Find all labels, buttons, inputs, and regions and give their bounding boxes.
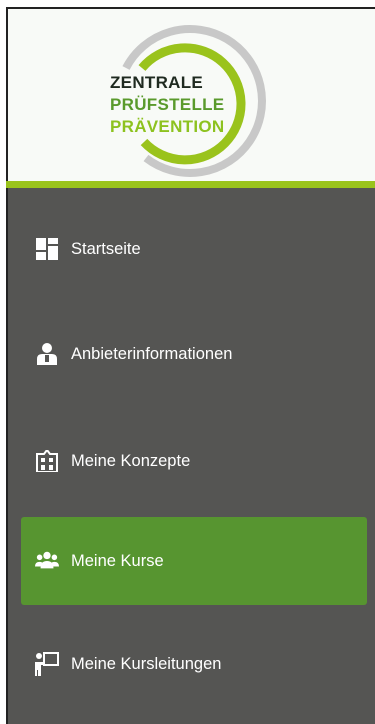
app-frame: ZENTRALE PRÜFSTELLE PRÄVENTION Startseit… bbox=[0, 0, 375, 724]
logo-line-2: PRÜFSTELLE bbox=[110, 95, 225, 114]
dashboard-icon bbox=[35, 237, 59, 261]
sidebar-item-label: Meine Kursleitungen bbox=[71, 654, 222, 673]
sidebar-item-meine-kurse[interactable]: Meine Kurse bbox=[21, 517, 367, 605]
provider-person-icon bbox=[35, 342, 59, 366]
sidebar-item-label: Startseite bbox=[71, 239, 141, 258]
sidebar-item-meine-kursleitungen[interactable]: Meine Kursleitungen bbox=[21, 620, 367, 708]
presenter-icon bbox=[35, 652, 59, 676]
sidebar-item-label: Meine Konzepte bbox=[71, 451, 191, 470]
logo[interactable]: ZENTRALE PRÜFSTELLE PRÄVENTION bbox=[86, 20, 286, 180]
header-divider bbox=[6, 181, 375, 188]
sidebar-item-anbieterinformationen[interactable]: Anbieterinformationen bbox=[21, 310, 367, 398]
sidebar-item-label: Anbieterinformationen bbox=[71, 344, 233, 363]
logo-line-1: ZENTRALE bbox=[110, 73, 204, 92]
header: ZENTRALE PRÜFSTELLE PRÄVENTION bbox=[6, 7, 375, 181]
group-icon bbox=[35, 549, 59, 573]
logo-text: ZENTRALE PRÜFSTELLE PRÄVENTION bbox=[110, 72, 224, 138]
sidebar-item-meine-konzepte[interactable]: Meine Konzepte bbox=[21, 417, 367, 505]
sidebar-nav: Startseite Anbieterinformationen Meine K… bbox=[6, 188, 375, 724]
logo-line-3: PRÄVENTION bbox=[110, 117, 225, 136]
sidebar-item-startseite[interactable]: Startseite bbox=[21, 205, 367, 293]
building-icon bbox=[35, 449, 59, 473]
sidebar-item-label: Meine Kurse bbox=[71, 551, 164, 570]
